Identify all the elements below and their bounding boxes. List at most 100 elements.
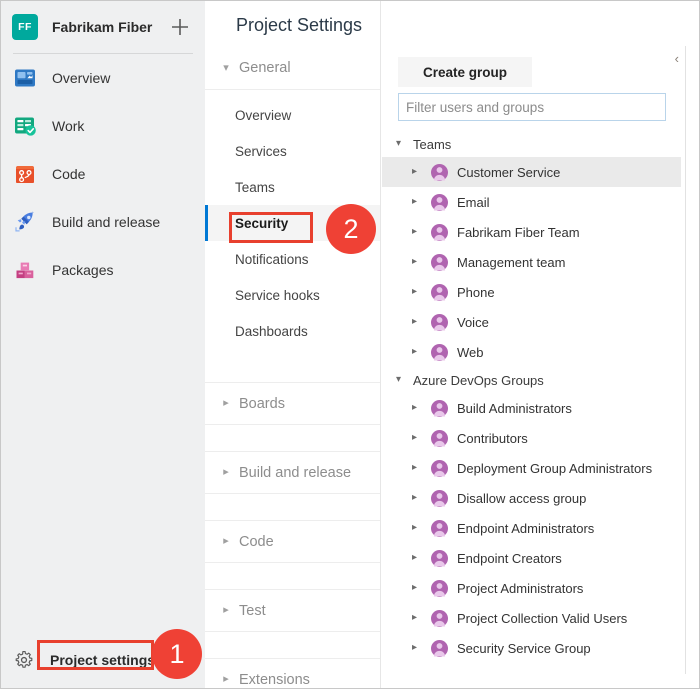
plus-icon[interactable] [168, 15, 192, 39]
tree-row[interactable]: ▸ Customer Service [382, 157, 681, 187]
rocket-icon [12, 209, 38, 235]
filter-users-and-groups-input[interactable] [398, 93, 666, 121]
group-avatar-icon [430, 609, 449, 628]
sidebar-item-label: Overview [52, 70, 111, 86]
tree-row[interactable]: ▸ Phone [382, 277, 681, 307]
chevron-right-icon[interactable]: ▸ [412, 317, 424, 327]
tree-row[interactable]: ▸ Web [382, 337, 681, 367]
tree-row-label: Voice [457, 314, 489, 330]
group-avatar-icon [430, 429, 449, 448]
chevron-right-icon: ▸ [223, 466, 229, 478]
settings-nav-item-teams[interactable]: Teams [205, 169, 380, 205]
sidebar-item-work[interactable]: Work [1, 102, 205, 150]
tree-row-label: Project Administrators [457, 580, 584, 596]
tree-group-azure-devops-groups[interactable]: ▾ Azure DevOps Groups [382, 367, 681, 393]
identity-tree: ▾ Teams ▸ Customer Service ▸ Email ▸ Fab… [382, 131, 681, 680]
chevron-right-icon: ▸ [223, 397, 229, 409]
settings-group-general[interactable]: ▾ General [205, 47, 380, 90]
tree-row[interactable]: ▸ Email [382, 187, 681, 217]
sidebar-item-build-and-release[interactable]: Build and release [1, 198, 205, 246]
settings-nav-item-label: Dashboards [235, 323, 308, 339]
sidebar-item-packages[interactable]: Packages [1, 246, 205, 294]
group-avatar-icon [430, 489, 449, 508]
security-panel: ‹ Create group ▾ Teams ▸ [382, 1, 699, 688]
group-avatar-icon [430, 253, 449, 272]
settings-group-label: Build and release [239, 464, 352, 481]
chevron-right-icon[interactable]: ▸ [412, 403, 424, 413]
chevron-right-icon[interactable]: ▸ [412, 433, 424, 443]
settings-nav-item-services[interactable]: Services [205, 133, 380, 169]
group-avatar-icon [430, 459, 449, 478]
tree-row-label: Web [457, 344, 484, 360]
settings-nav-item-service-hooks[interactable]: Service hooks [205, 277, 380, 313]
chevron-right-icon[interactable]: ▸ [412, 287, 424, 297]
settings-group-extensions[interactable]: ▸ Extensions [205, 658, 380, 688]
tree-row[interactable]: ▸ Contributors [382, 423, 681, 453]
create-group-button[interactable]: Create group [398, 57, 532, 87]
settings-group-test[interactable]: ▸ Test [205, 589, 380, 632]
tree-row-label: Phone [457, 284, 495, 300]
chevron-down-icon: ▾ [223, 61, 229, 74]
annotation-badge-2: 2 [326, 204, 376, 254]
settings-group-code[interactable]: ▸ Code [205, 520, 380, 563]
tree-row[interactable]: ▸ Endpoint Administrators [382, 513, 681, 543]
tree-row[interactable]: ▸ Management team [382, 247, 681, 277]
group-avatar-icon [430, 399, 449, 418]
chevron-left-icon[interactable]: ‹ [675, 52, 679, 65]
tree-row-label: Deployment Group Administrators [457, 460, 653, 476]
sidebar-item-overview[interactable]: Overview [1, 54, 205, 102]
settings-group-label: General [239, 60, 291, 76]
chevron-right-icon[interactable]: ▸ [412, 227, 424, 237]
chevron-right-icon[interactable]: ▸ [412, 493, 424, 503]
work-board-icon [12, 113, 38, 139]
chevron-right-icon[interactable]: ▸ [412, 463, 424, 473]
tree-group-label: Teams [413, 136, 452, 152]
tree-row[interactable]: ▸ Endpoint Creators [382, 543, 681, 573]
chevron-right-icon[interactable]: ▸ [412, 613, 424, 623]
chevron-right-icon[interactable]: ▸ [412, 197, 424, 207]
settings-group-boards[interactable]: ▸ Boards [205, 382, 380, 425]
tree-row[interactable]: ▸ Build Administrators [382, 393, 681, 423]
group-avatar-icon [430, 639, 449, 658]
sidebar-item-code[interactable]: Code [1, 150, 205, 198]
chevron-right-icon[interactable]: ▸ [412, 347, 424, 357]
chevron-right-icon[interactable]: ▸ [412, 643, 424, 653]
packages-boxes-icon [12, 257, 38, 283]
settings-nav-item-overview[interactable]: Overview [205, 97, 380, 133]
chevron-down-icon: ▾ [396, 138, 402, 149]
project-header[interactable]: FF Fabrikam Fiber [1, 1, 205, 53]
group-avatar-icon [430, 193, 449, 212]
tree-row[interactable]: ▸ Disallow access group [382, 483, 681, 513]
group-avatar-icon [430, 163, 449, 182]
tree-row[interactable]: ▸ Project Collection Valid Users [382, 603, 681, 633]
settings-nav-item-dashboards[interactable]: Dashboards [205, 313, 380, 349]
settings-nav-item-label: Service hooks [235, 287, 320, 303]
chevron-right-icon[interactable]: ▸ [412, 583, 424, 593]
tree-row-label: Fabrikam Fiber Team [457, 224, 580, 240]
chevron-right-icon[interactable]: ▸ [412, 167, 424, 177]
sidebar-item-label: Work [52, 118, 85, 134]
tree-row[interactable]: ▸ Fabrikam Fiber Team [382, 217, 681, 247]
settings-group-build-and-release[interactable]: ▸ Build and release [205, 451, 380, 494]
group-avatar-icon [430, 313, 449, 332]
tree-row-label: Disallow access group [457, 490, 587, 506]
chevron-right-icon: ▸ [223, 673, 229, 685]
chevron-right-icon[interactable]: ▸ [412, 523, 424, 533]
tree-group-teams[interactable]: ▾ Teams [382, 131, 681, 157]
settings-nav-item-label: Teams [235, 179, 275, 195]
settings-nav-item-label: Notifications [235, 251, 309, 267]
sidebar-nav-list: Overview Work Code Build and release Pac… [1, 54, 205, 294]
tree-row[interactable]: ▸ Voice [382, 307, 681, 337]
chevron-right-icon[interactable]: ▸ [412, 257, 424, 267]
tree-row[interactable]: ▸ Security Service Group [382, 633, 681, 663]
chevron-right-icon[interactable]: ▸ [412, 553, 424, 563]
settings-group-label: Extensions [239, 671, 310, 688]
tree-row[interactable]: ▸ Project Administrators [382, 573, 681, 603]
group-avatar-icon [430, 519, 449, 538]
tree-row[interactable]: ▸ Deployment Group Administrators [382, 453, 681, 483]
group-avatar-icon [430, 549, 449, 568]
azure-devops-project-settings-screen: FF Fabrikam Fiber Overview Work Code Bui… [0, 0, 700, 689]
project-avatar: FF [12, 14, 38, 40]
